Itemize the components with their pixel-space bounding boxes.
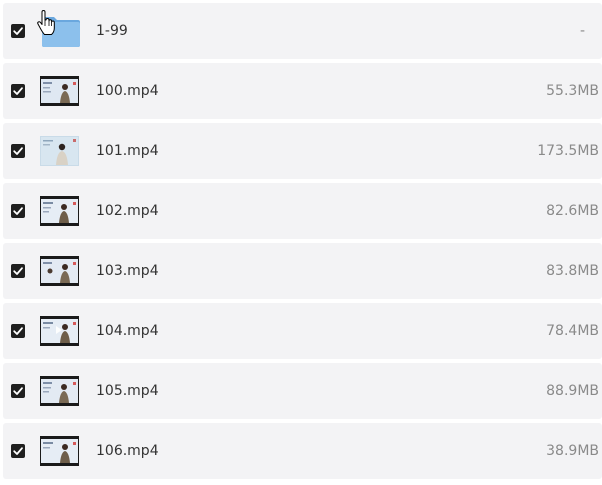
file-row-video[interactable]: 104.mp4 78.4MB [3, 303, 602, 359]
row-checkbox[interactable] [11, 264, 25, 278]
video-thumbnail[interactable] [40, 256, 79, 286]
file-size: - [579, 23, 585, 39]
file-size: 88.9MB [546, 383, 599, 399]
row-checkbox[interactable] [11, 204, 25, 218]
checkmark-icon [13, 387, 23, 395]
file-name[interactable]: 105.mp4 [96, 381, 159, 401]
video-thumbnail[interactable] [40, 76, 79, 106]
row-checkbox[interactable] [11, 384, 25, 398]
file-row-video[interactable]: 100.mp4 55.3MB [3, 63, 602, 119]
video-thumbnail[interactable] [40, 376, 79, 406]
file-size: 78.4MB [546, 323, 599, 339]
file-size: 173.5MB [537, 143, 599, 159]
file-size: 38.9MB [546, 443, 599, 459]
file-name[interactable]: 104.mp4 [96, 321, 159, 341]
checkmark-icon [13, 447, 23, 455]
checkmark-icon [13, 27, 23, 35]
file-row-video[interactable]: 102.mp4 82.6MB [3, 183, 602, 239]
file-row-video[interactable]: 101.mp4 173.5MB [3, 123, 602, 179]
file-row-video[interactable]: 105.mp4 88.9MB [3, 363, 602, 419]
video-thumbnail[interactable] [40, 136, 79, 166]
file-row-folder[interactable]: 1-99 - [3, 3, 602, 59]
file-size: 55.3MB [546, 83, 599, 99]
file-row-video[interactable]: 106.mp4 38.9MB [3, 423, 602, 479]
file-name[interactable]: 101.mp4 [96, 141, 159, 161]
file-list: 1-99 - 100.mp4 55.3MB 101.mp4 173.5MB 10… [0, 0, 602, 485]
checkmark-icon [13, 87, 23, 95]
file-name[interactable]: 102.mp4 [96, 201, 159, 221]
file-size: 83.8MB [546, 263, 599, 279]
file-name[interactable]: 1-99 [96, 21, 128, 41]
checkmark-icon [13, 147, 23, 155]
video-thumbnail[interactable] [40, 436, 79, 466]
row-checkbox[interactable] [11, 84, 25, 98]
row-checkbox[interactable] [11, 144, 25, 158]
video-thumbnail[interactable] [40, 316, 79, 346]
row-checkbox[interactable] [11, 444, 25, 458]
row-checkbox[interactable] [11, 324, 25, 338]
checkmark-icon [13, 207, 23, 215]
checkmark-icon [13, 327, 23, 335]
folder-icon[interactable] [40, 13, 82, 49]
file-name[interactable]: 100.mp4 [96, 81, 159, 101]
row-checkbox[interactable] [11, 24, 25, 38]
video-thumbnail[interactable] [40, 196, 79, 226]
file-row-video[interactable]: 103.mp4 83.8MB [3, 243, 602, 299]
file-size: 82.6MB [546, 203, 599, 219]
file-name[interactable]: 106.mp4 [96, 441, 159, 461]
checkmark-icon [13, 267, 23, 275]
file-name[interactable]: 103.mp4 [96, 261, 159, 281]
